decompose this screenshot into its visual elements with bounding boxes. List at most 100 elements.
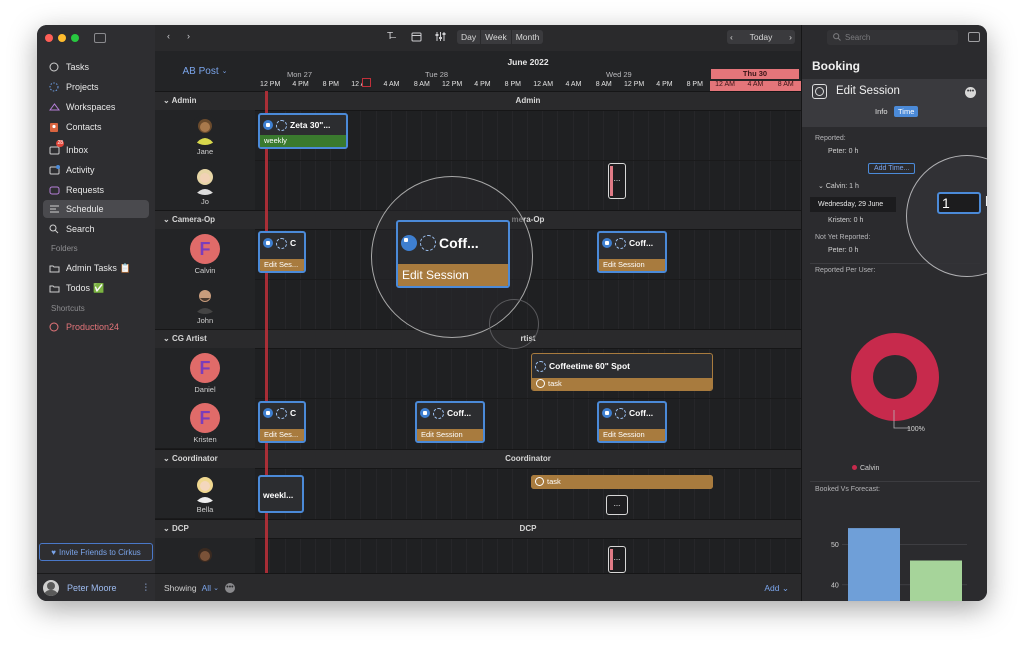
date-row[interactable]: Wednesday, 29 June	[810, 197, 896, 212]
folder-todos[interactable]: Todos ✅	[43, 279, 149, 297]
calendar-icon[interactable]	[411, 31, 422, 44]
group-header-admin[interactable]: ⌄ Admin Admin	[155, 91, 801, 111]
booking-card-kristen-3[interactable]: Coff... Edit Session	[597, 401, 667, 443]
filter-dropdown[interactable]: All	[202, 583, 211, 593]
sidebar-item-label: Projects	[66, 82, 99, 92]
avatar	[190, 284, 220, 314]
sidebar-item-workspaces[interactable]: Workspaces	[43, 98, 149, 116]
more-options-icon[interactable]: •••	[224, 583, 235, 593]
person-row-bella[interactable]: Bella	[155, 468, 255, 519]
card-title: Coff...	[447, 408, 472, 418]
magnified-booking-card[interactable]: Coff... Edit Session	[396, 220, 510, 288]
forward-chevron-icon[interactable]: ›	[187, 31, 190, 41]
sidebar-item-requests[interactable]: Requests	[43, 181, 149, 199]
toolbar: ‹ › T̶ Day Week Month ‹ Today ›	[155, 25, 801, 52]
booking-card-jane[interactable]: Zeta 30"... weekly	[258, 113, 348, 149]
booking-card-calvin-2[interactable]: Coff... Edit Session	[597, 231, 667, 273]
tab-time[interactable]: Time	[894, 106, 919, 117]
more-button[interactable]: ...	[608, 546, 626, 573]
hour-tick: 4 PM	[656, 81, 673, 88]
booking-card-kristen-1[interactable]: C Edit Ses...	[258, 401, 306, 443]
booking-card-kristen-2[interactable]: Coff... Edit Session	[415, 401, 485, 443]
circle-icon	[536, 379, 545, 388]
sidebar-item-label: Inbox	[66, 145, 89, 155]
sidebar-item-tasks[interactable]: Tasks	[43, 58, 149, 76]
booked-bar	[848, 528, 900, 601]
sidebar-item-projects[interactable]: Projects	[43, 78, 149, 96]
person-row-calvin[interactable]: F Calvin	[155, 229, 255, 280]
sidebar-item-schedule[interactable]: Schedule	[43, 200, 149, 218]
person-row-kristen[interactable]: F Kristen	[155, 398, 255, 449]
view-day[interactable]: Day	[457, 30, 482, 44]
booking-card-bella-1[interactable]: weekl...	[258, 475, 304, 513]
invite-button[interactable]: ♥ Invite Friends to Cirkus	[39, 543, 153, 561]
zoom-window-button[interactable]	[71, 34, 79, 42]
next-chevron-icon[interactable]: ›	[789, 32, 792, 42]
folder-admin-tasks[interactable]: Admin Tasks 📋	[43, 259, 149, 277]
add-time-button[interactable]: Add Time...	[868, 163, 916, 174]
group-label: ⌄ Admin	[163, 96, 197, 105]
card-title: C	[290, 408, 297, 418]
per-user-label: Reported Per User:	[815, 267, 876, 274]
view-month[interactable]: Month	[512, 30, 544, 44]
hours-input[interactable]: 1	[937, 192, 981, 214]
hour-tick: 12 PM	[623, 81, 645, 88]
booking-card-daniel[interactable]: Coffeetime 60" Spot task	[531, 353, 713, 391]
booking-card-bella-2[interactable]: task	[531, 475, 713, 489]
hour-tick: 12 PM	[442, 81, 463, 88]
view-week[interactable]: Week	[481, 30, 512, 44]
person-row-john[interactable]: John	[155, 279, 255, 330]
search-field[interactable]: Search	[827, 30, 958, 45]
close-window-button[interactable]	[45, 34, 53, 42]
group-header-coordinator[interactable]: ⌄ Coordinator Coordinator	[155, 449, 801, 469]
hour-tick: 8 AM	[595, 81, 612, 88]
person-row-jane[interactable]: Jane	[155, 110, 255, 161]
back-chevron-icon[interactable]: ‹	[167, 31, 170, 41]
sidebar-item-contacts[interactable]: Contacts	[43, 118, 149, 136]
folder-emoji: ✅	[93, 282, 105, 293]
booking-card-calvin-1[interactable]: C Edit Ses...	[258, 231, 306, 273]
avatar[interactable]	[43, 580, 59, 596]
card-subtitle: Edit Session	[599, 429, 665, 441]
today-button[interactable]: Today	[750, 32, 773, 42]
booking-heading: Edit Session	[836, 85, 900, 97]
camera-icon	[602, 408, 612, 418]
more-button[interactable]: ...	[606, 495, 628, 515]
avatar	[190, 473, 220, 503]
group-label: ⌄ DCP	[163, 524, 189, 533]
hours-unit-label: h	[985, 193, 987, 209]
panel-toggle-icon[interactable]	[968, 32, 980, 42]
more-button[interactable]: ...	[608, 163, 626, 199]
person-row-jo[interactable]: Jo	[155, 160, 255, 211]
hour-ticks: 12 PM 4 PM 8 PM 12 AM 4 AM 8 AM 12 PM 4 …	[255, 81, 801, 91]
panel-title: Booking	[812, 59, 860, 73]
heart-icon: ♥	[51, 547, 56, 557]
add-button[interactable]: Add ⌄	[764, 583, 789, 594]
sidebar-item-activity[interactable]: Activity	[43, 161, 149, 179]
prev-chevron-icon[interactable]: ‹	[730, 32, 733, 42]
person-row-daniel[interactable]: F Daniel	[155, 348, 255, 399]
person-name: Jo	[201, 197, 209, 206]
person-row-dcp[interactable]	[155, 538, 255, 574]
text-format-icon[interactable]: T̶	[387, 31, 393, 42]
shortcut-production24[interactable]: Production24	[43, 318, 149, 336]
calvin-row[interactable]: ⌄ Calvin: 1 h	[818, 182, 859, 190]
sidebar-item-search[interactable]: Search	[43, 220, 149, 238]
group-header-dcp[interactable]: ⌄ DCP DCP	[155, 519, 801, 539]
settings-sliders-icon[interactable]: ⫶	[145, 583, 148, 594]
tab-info[interactable]: Info	[875, 107, 888, 116]
minimize-window-button[interactable]	[58, 34, 66, 42]
hour-tick: 12 PM	[260, 81, 281, 88]
more-options-icon[interactable]: •••	[965, 87, 976, 98]
adjust-sliders-icon[interactable]	[435, 31, 446, 44]
sidebar-toggle-icon[interactable]	[94, 33, 106, 43]
project-selector[interactable]: AB Post ⌄	[155, 51, 255, 91]
camera-icon	[263, 238, 273, 248]
camera-icon	[263, 408, 273, 418]
schedule-icon	[48, 203, 60, 215]
sidebar-item-label: Contacts	[66, 122, 102, 132]
user-name[interactable]: Peter Moore	[67, 583, 117, 593]
sidebar-item-inbox[interactable]: 28 Inbox	[43, 140, 149, 159]
folder-icon	[48, 282, 60, 294]
person-name: Daniel	[194, 385, 216, 394]
